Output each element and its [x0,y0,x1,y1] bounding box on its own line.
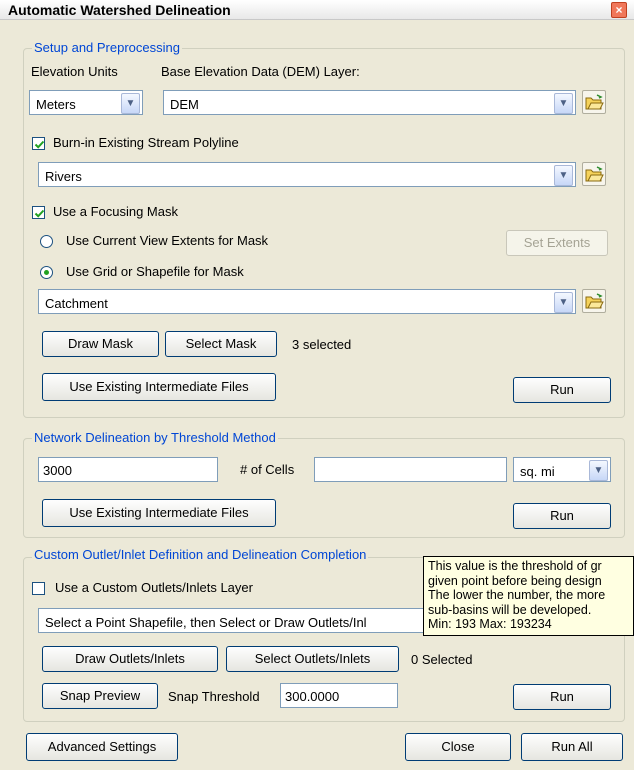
dem-layer-label: Base Elevation Data (DEM) Layer: [161,64,360,79]
draw-outlets-button[interactable]: Draw Outlets/Inlets [42,646,218,672]
radio-selected-dot [44,270,49,275]
grid-shapefile-radio[interactable] [40,266,53,279]
area-unit-select[interactable]: sq. mi ▼ [513,457,611,482]
close-window-icon[interactable]: × [611,2,627,18]
network-use-existing-files-button[interactable]: Use Existing Intermediate Files [42,499,276,527]
threshold-input[interactable]: 3000 [38,457,218,482]
tooltip-line: given point before being design [428,573,602,588]
burn-in-label: Burn-in Existing Stream Polyline [53,135,239,150]
title-bar: Automatic Watershed Delineation × [0,0,634,20]
cells-label: # of Cells [240,462,295,477]
setup-legend: Setup and Preprocessing [32,40,182,55]
setup-run-button[interactable]: Run [513,377,611,403]
open-folder-icon[interactable] [582,289,606,313]
custom-layer-label: Use a Custom Outlets/Inlets Layer [55,580,253,595]
dem-layer-select[interactable]: DEM ▼ [163,90,576,115]
chevron-down-icon[interactable]: ▼ [589,460,608,481]
stream-polyline-select[interactable]: Rivers ▼ [38,162,576,187]
snap-threshold-input[interactable]: 300.0000 [280,683,398,708]
stream-polyline-value: Rivers [45,169,82,184]
snap-threshold-label: Snap Threshold [168,689,260,704]
grid-shapefile-label: Use Grid or Shapefile for Mask [66,264,244,279]
window-title: Automatic Watershed Delineation [8,2,231,18]
select-outlets-button[interactable]: Select Outlets/Inlets [226,646,399,672]
elevation-units-select[interactable]: Meters ▼ [29,90,143,115]
select-mask-button[interactable]: Select Mask [165,331,277,357]
mask-value: Catchment [45,296,108,311]
network-run-button[interactable]: Run [513,503,611,529]
chevron-down-icon[interactable]: ▼ [554,93,573,114]
snap-preview-button[interactable]: Snap Preview [42,683,158,709]
tooltip-line: This value is the threshold of gr [428,559,602,573]
chevron-down-icon[interactable]: ▼ [121,93,140,114]
chevron-down-icon[interactable]: ▼ [554,292,573,313]
network-legend: Network Delineation by Threshold Method [32,430,278,445]
view-extents-radio[interactable] [40,235,53,248]
elevation-units-value: Meters [36,97,76,112]
view-extents-label: Use Current View Extents for Mask [66,233,269,248]
focusing-mask-label: Use a Focusing Mask [53,204,178,219]
use-existing-files-button[interactable]: Use Existing Intermediate Files [42,373,276,401]
dem-layer-value: DEM [170,97,199,112]
open-folder-icon[interactable] [582,162,606,186]
burn-in-checkbox[interactable] [32,137,45,150]
draw-mask-button[interactable]: Draw Mask [42,331,159,357]
point-shapefile-value: Select a Point Shapefile, then Select or… [45,615,367,630]
threshold-tooltip: This value is the threshold of gr given … [423,556,634,636]
custom-legend: Custom Outlet/Inlet Definition and Delin… [32,547,369,562]
custom-layer-checkbox[interactable] [32,582,45,595]
tooltip-line: sub-basins will be developed. [428,602,592,617]
outlets-selected-count: 0 Selected [411,652,473,667]
close-button[interactable]: Close [405,733,511,761]
advanced-settings-button[interactable]: Advanced Settings [26,733,178,761]
snap-threshold-value: 300.0000 [285,689,340,704]
run-all-button[interactable]: Run All [521,733,623,761]
focusing-mask-checkbox[interactable] [32,206,45,219]
custom-run-button[interactable]: Run [513,684,611,710]
area-unit-value: sq. mi [520,464,555,479]
tooltip-line: The lower the number, the more [428,588,606,602]
mask-selected-count: 3 selected [292,337,352,352]
tooltip-line: Min: 193 Max: 193234 [428,617,552,631]
elevation-units-label: Elevation Units [31,64,118,79]
chevron-down-icon[interactable]: ▼ [554,165,573,186]
open-folder-icon[interactable] [582,90,606,114]
threshold-value: 3000 [43,463,72,478]
area-input[interactable] [314,457,507,482]
mask-select[interactable]: Catchment ▼ [38,289,576,314]
set-extents-button[interactable]: Set Extents [506,230,608,256]
